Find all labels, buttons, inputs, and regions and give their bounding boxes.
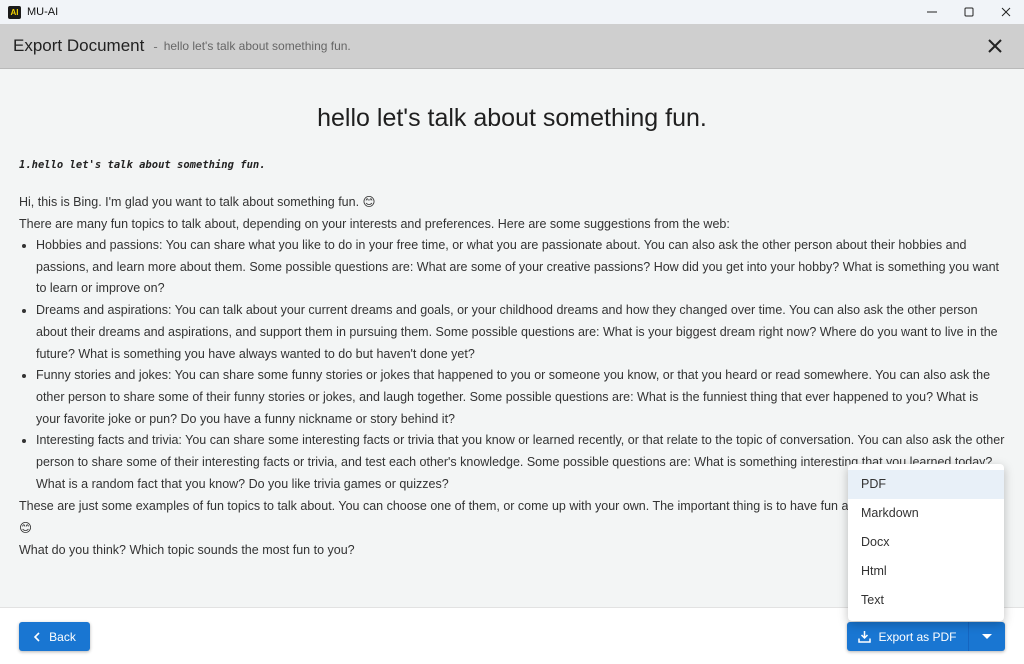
app-logo-icon: AI	[8, 5, 21, 19]
caret-down-icon	[982, 633, 992, 639]
export-label: Export as PDF	[878, 629, 957, 644]
minimize-button[interactable]	[913, 0, 950, 24]
export-button[interactable]: Export as PDF	[847, 622, 969, 651]
lead-paragraph: There are many fun topics to talk about,…	[19, 217, 730, 231]
menu-item-text[interactable]: Text	[848, 586, 1004, 615]
list-item: Hobbies and passions: You can share what…	[36, 235, 1005, 300]
dialog-header: Export Document - hello let's talk about…	[0, 24, 1024, 69]
app-title: MU-AI	[27, 6, 59, 18]
title-bar: AI MU-AI	[0, 0, 1024, 24]
close-window-button[interactable]	[987, 0, 1024, 24]
menu-item-markdown[interactable]: Markdown	[848, 499, 1004, 528]
chevron-left-icon	[34, 631, 40, 642]
intro-paragraph: Hi, this is Bing. I'm glad you want to t…	[19, 195, 376, 209]
list-item: Dreams and aspirations: You can talk abo…	[36, 300, 1005, 365]
close-dialog-button[interactable]	[986, 37, 1004, 55]
user-prompt: 1.hello let's talk about something fun.	[19, 159, 266, 171]
header-separator: -	[153, 38, 158, 54]
topic-list: Hobbies and passions: You can share what…	[19, 235, 1005, 495]
close-icon	[1001, 7, 1010, 17]
export-dropdown-toggle[interactable]	[969, 622, 1005, 651]
list-item: Funny stories and jokes: You can share s…	[36, 365, 1005, 430]
back-label: Back	[49, 629, 76, 644]
download-icon	[858, 631, 872, 643]
back-button[interactable]: Back	[19, 622, 90, 651]
export-button-group: Export as PDF	[847, 622, 1005, 651]
close-icon	[988, 39, 1002, 53]
maximize-icon	[964, 7, 973, 17]
dialog-subtitle: hello let's talk about something fun.	[163, 39, 351, 53]
window-controls	[913, 0, 1024, 24]
document-title: hello let's talk about something fun.	[317, 104, 707, 132]
maximize-button[interactable]	[950, 0, 987, 24]
menu-item-pdf[interactable]: PDF	[848, 470, 1004, 499]
menu-item-docx[interactable]: Docx	[848, 528, 1004, 557]
minimize-icon	[926, 11, 937, 13]
dialog-title: Export Document	[13, 36, 145, 55]
menu-item-html[interactable]: Html	[848, 557, 1004, 586]
export-format-menu: PDF Markdown Docx Html Text	[848, 464, 1004, 621]
